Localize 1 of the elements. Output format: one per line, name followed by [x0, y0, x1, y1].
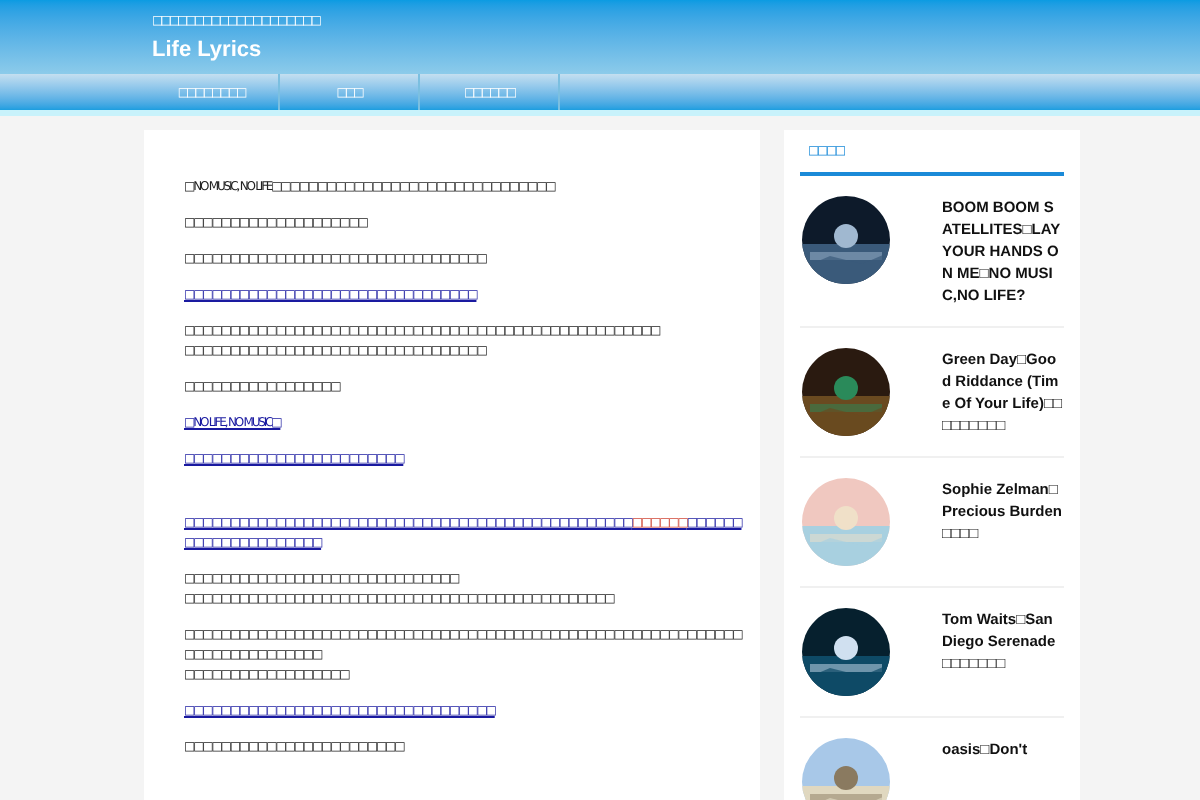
site-title: Life Lyrics	[152, 36, 264, 66]
